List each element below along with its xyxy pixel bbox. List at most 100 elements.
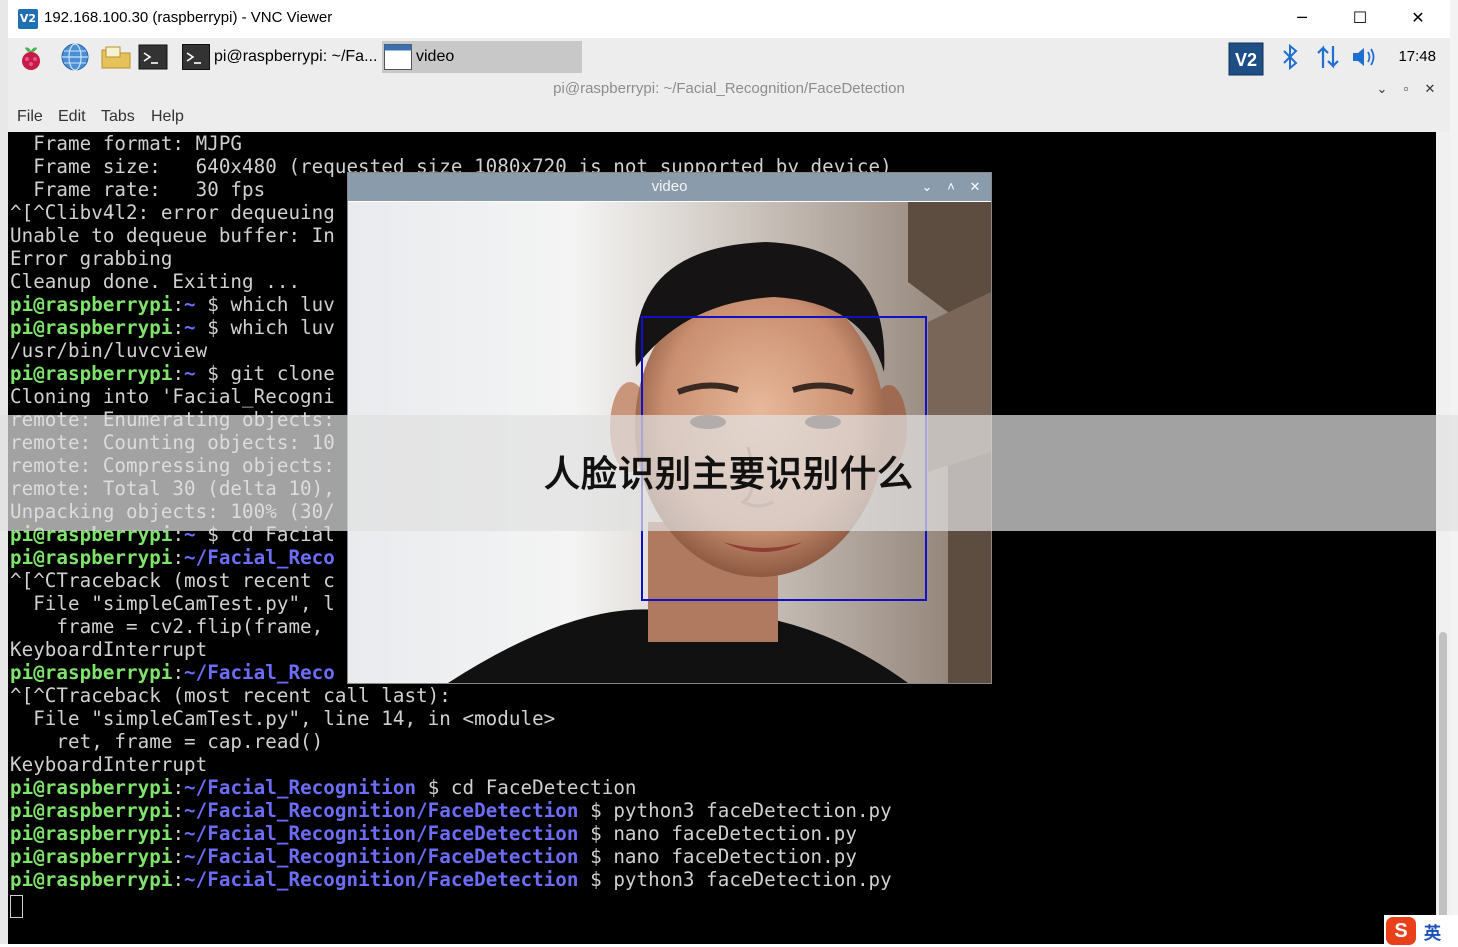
prompt-colon: :	[172, 362, 185, 385]
prompt-user: pi@raspberrypi	[10, 799, 173, 822]
menu-file[interactable]: File	[17, 108, 43, 126]
prompt-path: ~	[184, 293, 196, 316]
terminal-prompt-line: pi@raspberrypi:~ $ which luv	[10, 293, 335, 316]
prompt-path: ~/Facial_Recognition	[184, 776, 417, 799]
terminal-output-line: Unable to dequeue buffer: In	[10, 224, 335, 247]
web-browser-icon[interactable]	[60, 42, 90, 72]
prompt-user: pi@raspberrypi	[10, 661, 173, 684]
prompt-command: $ which luv	[195, 316, 335, 339]
sogou-logo-icon: S	[1386, 917, 1416, 945]
network-icon[interactable]	[1314, 42, 1342, 72]
terminal-output-line: Error grabbing	[10, 247, 173, 270]
terminal-title-text: pi@raspberrypi: ~/Facial_Recognition/Fac…	[553, 80, 905, 97]
prompt-command: $ cd FaceDetection	[416, 776, 637, 799]
prompt-command: $ git clone	[195, 362, 335, 385]
prompt-command: $ python3 faceDetection.py	[578, 868, 892, 891]
terminal-prompt-line: pi@raspberrypi:~/Facial_Reco	[10, 546, 335, 569]
prompt-user: pi@raspberrypi	[10, 845, 173, 868]
terminal-prompt-line: pi@raspberrypi:~/Facial_Reco	[10, 661, 335, 684]
terminal-prompt-line: pi@raspberrypi:~/Facial_Recognition/Face…	[10, 845, 857, 868]
terminal-scrollbar[interactable]	[1436, 132, 1450, 944]
taskbar-task-video[interactable]: video	[382, 41, 582, 73]
title-banner: 人脸识别主要识别什么	[0, 415, 1458, 531]
menu-help[interactable]: Help	[151, 108, 184, 126]
taskbar-task-terminal[interactable]: pi@raspberrypi: ~/Fa...	[180, 41, 380, 73]
prompt-colon: :	[172, 661, 185, 684]
terminal-cursor	[10, 895, 23, 918]
terminal-output-line: ^[^CTraceback (most recent call last):	[10, 684, 451, 707]
terminal-prompt-line: pi@raspberrypi:~/Facial_Recognition/Face…	[10, 868, 892, 891]
terminal-output-line: File "simpleCamTest.py", l	[10, 592, 335, 615]
prompt-command: $ nano faceDetection.py	[578, 822, 857, 845]
taskbar-task-label: pi@raspberrypi: ~/Fa...	[214, 48, 378, 65]
prompt-user: pi@raspberrypi	[10, 546, 173, 569]
chevron-down-icon[interactable]: ⌄	[916, 173, 938, 201]
volume-icon[interactable]	[1350, 42, 1380, 72]
close-icon[interactable]: ✕	[964, 173, 986, 201]
prompt-colon: :	[172, 316, 185, 339]
ime-language[interactable]: 英	[1424, 919, 1441, 944]
svg-text:V2: V2	[1235, 50, 1257, 70]
prompt-path: ~	[184, 316, 196, 339]
taskbar-clock[interactable]: 17:48	[1398, 38, 1436, 76]
terminal-output-line: frame = cv2.flip(frame,	[10, 615, 324, 638]
file-manager-icon[interactable]	[100, 42, 131, 72]
terminal-output-line: ^[^Clibv4l2: error dequeuing	[10, 201, 335, 224]
scrollbar-thumb[interactable]	[1439, 632, 1447, 932]
prompt-user: pi@raspberrypi	[10, 776, 173, 799]
prompt-command: $ nano faceDetection.py	[578, 845, 857, 868]
video-titlebar[interactable]: video ⌄ ˄ ✕	[348, 173, 991, 201]
vnc-window-title: 192.168.100.30 (raspberrypi) - VNC Viewe…	[44, 9, 333, 26]
terminal-prompt-line: pi@raspberrypi:~/Facial_Recognition $ cd…	[10, 776, 637, 799]
terminal-prompt-line: pi@raspberrypi:~ $ git clone	[10, 362, 335, 385]
prompt-path: ~/Facial_Recognition/FaceDetection	[184, 799, 579, 822]
prompt-colon: :	[172, 799, 185, 822]
terminal-prompt-line: pi@raspberrypi:~/Facial_Recognition/Face…	[10, 799, 892, 822]
minimize-button[interactable]: ─	[1273, 0, 1331, 38]
chevron-down-icon[interactable]: ⌄	[1370, 76, 1394, 102]
terminal-icon	[182, 44, 210, 70]
menu-edit[interactable]: Edit	[58, 108, 86, 126]
prompt-path: ~/Facial_Recognition/FaceDetection	[184, 868, 579, 891]
close-icon[interactable]: ✕	[1418, 76, 1442, 102]
terminal-window-controls: ⌄ ▫ ✕	[1370, 76, 1442, 102]
prompt-command: $ which luv	[195, 293, 335, 316]
ime-indicator[interactable]: S 英	[1384, 915, 1458, 947]
prompt-colon: :	[172, 293, 185, 316]
menu-tabs[interactable]: Tabs	[101, 108, 135, 126]
prompt-user: pi@raspberrypi	[10, 316, 173, 339]
prompt-command: $ python3 faceDetection.py	[578, 799, 892, 822]
prompt-colon: :	[172, 546, 185, 569]
terminal-window-title: pi@raspberrypi: ~/Facial_Recognition/Fac…	[8, 76, 1450, 102]
video-title: video	[651, 178, 688, 195]
raspberry-menu-icon[interactable]	[16, 42, 46, 72]
prompt-colon: :	[172, 822, 185, 845]
prompt-path: ~/Facial_Reco	[184, 546, 335, 569]
restore-icon[interactable]: ▫	[1394, 76, 1418, 102]
prompt-colon: :	[172, 868, 185, 891]
terminal-output-line: KeyboardInterrupt	[10, 753, 208, 776]
terminal-launcher-icon[interactable]	[138, 42, 168, 72]
bluetooth-icon[interactable]	[1278, 42, 1302, 72]
close-button[interactable]: ✕	[1389, 0, 1447, 38]
terminal-output-line: File "simpleCamTest.py", line 14, in <mo…	[10, 707, 556, 730]
terminal-output-line: ret, frame = cap.read()	[10, 730, 324, 753]
terminal-output-line: KeyboardInterrupt	[10, 638, 208, 661]
vnc-titlebar: V2 192.168.100.30 (raspberrypi) - VNC Vi…	[8, 0, 1450, 39]
vnc-server-icon[interactable]: V2	[1228, 42, 1264, 76]
window-icon	[384, 44, 412, 70]
prompt-user: pi@raspberrypi	[10, 822, 173, 845]
prompt-user: pi@raspberrypi	[10, 868, 173, 891]
prompt-user: pi@raspberrypi	[10, 293, 173, 316]
maximize-icon[interactable]: ˄	[940, 173, 962, 201]
maximize-button[interactable]: ☐	[1331, 0, 1389, 38]
prompt-path: ~/Facial_Recognition/FaceDetection	[184, 822, 579, 845]
prompt-path: ~	[184, 362, 196, 385]
terminal-prompt-line: pi@raspberrypi:~ $ which luv	[10, 316, 335, 339]
taskbar-task-label: video	[416, 48, 455, 65]
prompt-path: ~/Facial_Reco	[184, 661, 335, 684]
terminal-output-line: Cleanup done. Exiting ...	[10, 270, 301, 293]
terminal-prompt-line: pi@raspberrypi:~/Facial_Recognition/Face…	[10, 822, 857, 845]
terminal-output-line: Cloning into 'Facial_Recogni	[10, 385, 335, 408]
prompt-colon: :	[172, 845, 185, 868]
